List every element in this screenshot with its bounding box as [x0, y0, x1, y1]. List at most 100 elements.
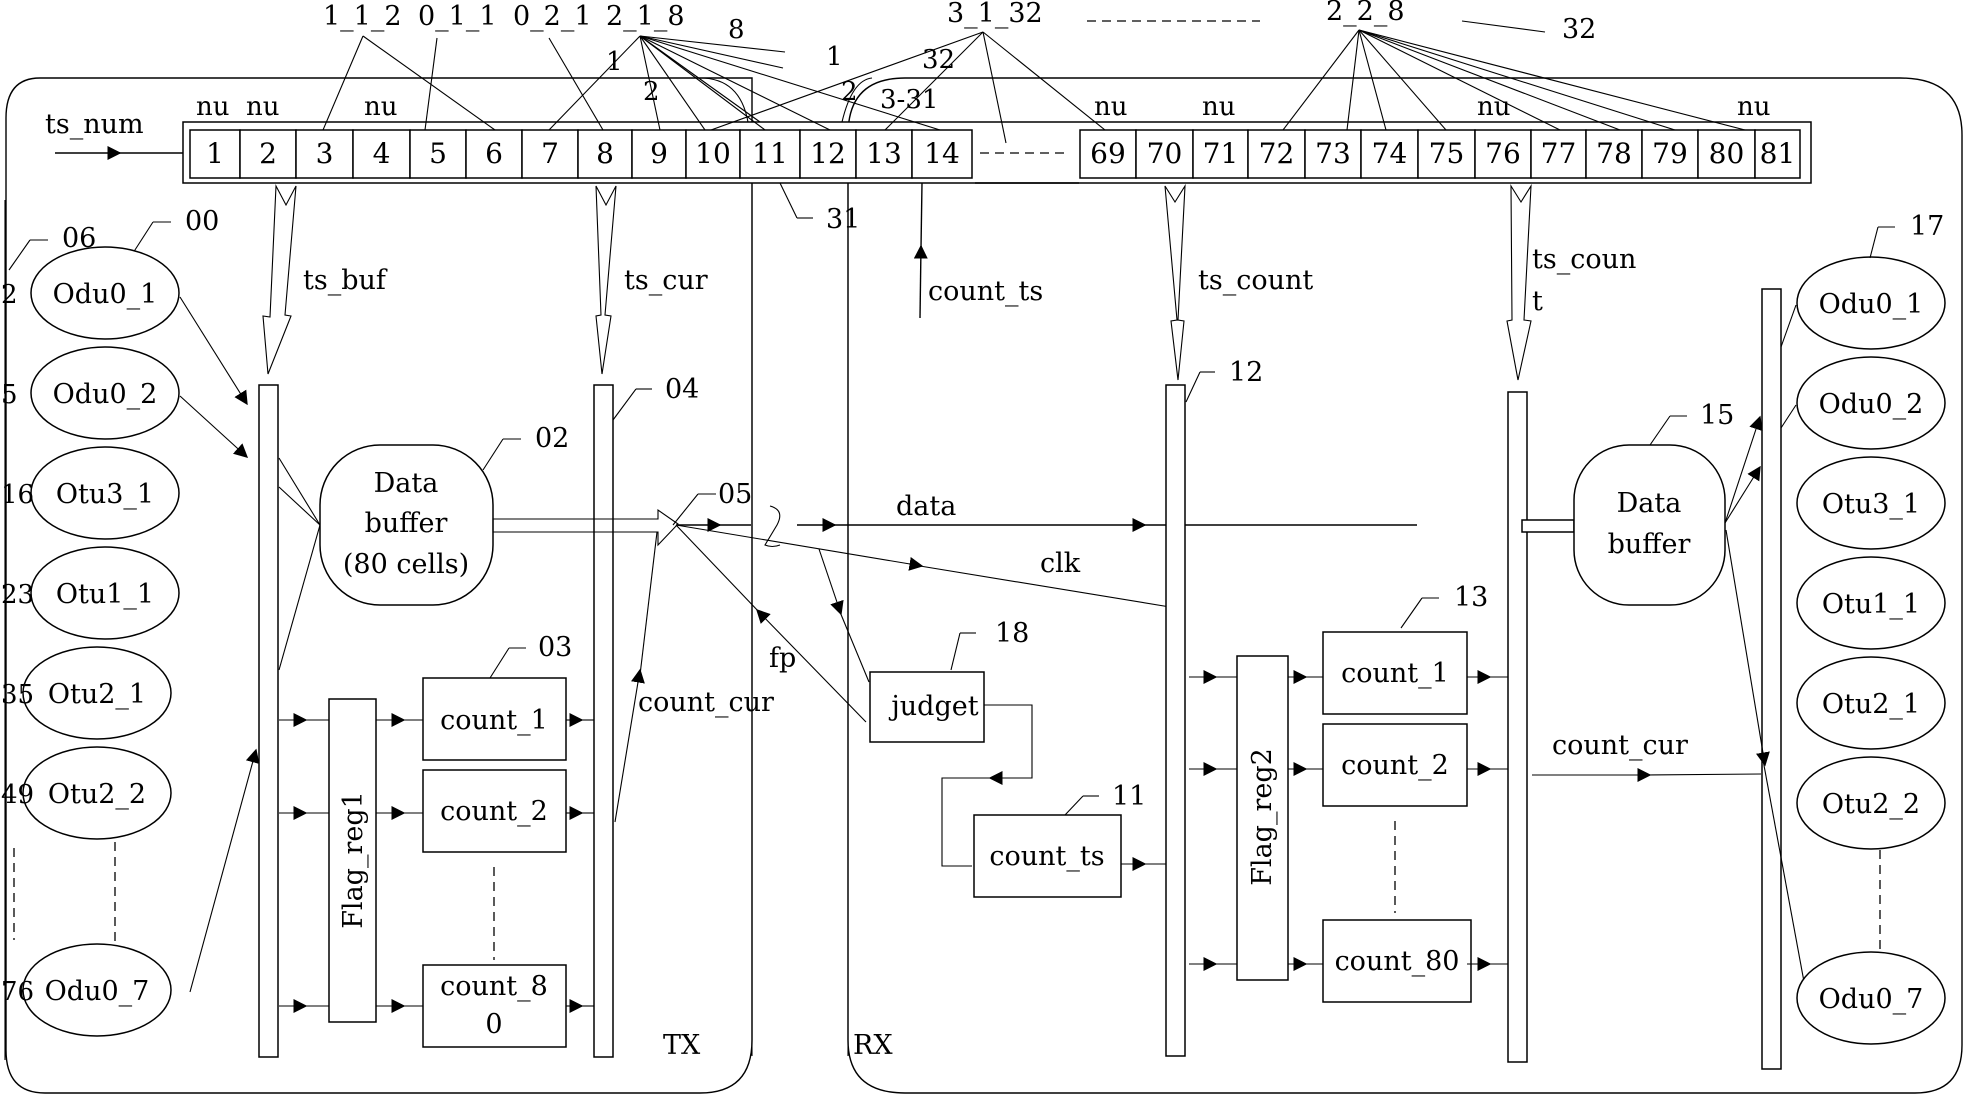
- leader-11: [1064, 795, 1084, 816]
- tx-counter-label: count_8: [440, 971, 548, 1002]
- rx-ellipse-label: Otu2_1: [1822, 689, 1920, 720]
- mapping-count-8: 8: [728, 15, 745, 45]
- rx-data-buffer: [1573, 444, 1726, 606]
- rx-judget-label: judget: [888, 691, 978, 722]
- nu-label: nu: [1202, 92, 1236, 122]
- rx-counter-label: count_2: [1341, 750, 1449, 781]
- timeslot-cell-label: 79: [1652, 137, 1688, 170]
- data-label: data: [896, 491, 956, 522]
- timeslot-cells-left: 1 2 3 4 5 6 7 8 9 10 11 12 13 14: [189, 129, 973, 179]
- ts-cur-arrow: [595, 185, 617, 375]
- nu-label: nu: [1737, 92, 1771, 122]
- mapping-label-2-1-8: 2_1_8: [606, 1, 685, 32]
- map-line: [639, 35, 941, 131]
- mapping-label-3-1-32: 3_1_32: [947, 0, 1043, 29]
- rx-counter-label: count_1: [1341, 658, 1449, 689]
- count-ts-arrow-b: [920, 182, 923, 249]
- fan-lines-2-2-8: [1282, 29, 1746, 131]
- tx-data-buffer-line3: (80 cells): [343, 549, 469, 580]
- tx-counter-label: count_2: [440, 796, 548, 827]
- timeslot-cell-label: 77: [1541, 137, 1577, 170]
- leader-13: [1400, 597, 1423, 629]
- tx-ellipse-label: Otu3_1: [56, 479, 154, 510]
- ref-13: 13: [1454, 582, 1488, 613]
- timeslot-cell-label: 76: [1485, 137, 1521, 170]
- map-line: [1358, 29, 1561, 131]
- fp-line-a: [818, 548, 844, 616]
- rx-data-buffer-connector: [1521, 519, 1575, 533]
- timeslot-cell-label: 78: [1596, 137, 1632, 170]
- ts-count-arrow: [1164, 183, 1186, 381]
- ts-count-label: ts_count: [1198, 265, 1313, 296]
- leader-05: [672, 493, 699, 526]
- ts-coun-label-cont: t: [1532, 286, 1543, 317]
- rx-flag-reg-label: Flag_reg2: [1247, 748, 1278, 886]
- rx-output-bus: [1507, 391, 1528, 1063]
- rx-ellipse-bus: [1761, 288, 1782, 1070]
- mapping-count-1b: 1: [826, 42, 843, 72]
- rx-counter-label: count_80: [1335, 946, 1460, 977]
- timeslot-cell-label: 6: [485, 137, 503, 170]
- timeslot-cell-label: 75: [1429, 137, 1465, 170]
- ref-11: 11: [1112, 781, 1146, 812]
- bus-to-buffer: [278, 486, 321, 526]
- timeslot-cell-label: 1: [206, 137, 224, 170]
- map-line: [548, 37, 604, 131]
- tx-slot-number: 23: [1, 580, 34, 610]
- map-line: [1346, 29, 1360, 131]
- tx-count-cur-label: count_cur: [638, 687, 774, 718]
- bus-to-ellipse: [1780, 304, 1797, 348]
- fp-line-b: [839, 611, 870, 683]
- rx-ellipse-label: Otu1_1: [1822, 589, 1920, 620]
- timeslot-cell-label: 9: [650, 137, 668, 170]
- map-line: [1358, 29, 1676, 131]
- leader-00: [132, 221, 154, 254]
- leader-02: [482, 438, 504, 471]
- rx-count-cur-line-b: [1647, 773, 1762, 776]
- map-line: [639, 35, 831, 131]
- mapping-label-1-1-2: 1_1_2: [323, 1, 402, 32]
- clk-label: clk: [1040, 548, 1081, 579]
- rx-ellipse-label: Odu0_1: [1819, 289, 1924, 320]
- input-line: [179, 395, 249, 458]
- tx-ellipse-label: Odu0_1: [53, 279, 158, 310]
- tx-slot-number: 5: [1, 380, 18, 410]
- buffer-to-bus: [1724, 465, 1761, 524]
- tx-slot-number: 76: [1, 977, 34, 1007]
- tx-ellipse-label: Otu1_1: [56, 579, 154, 610]
- timeslot-cell-label: 13: [866, 137, 902, 170]
- tx-flag-reg-label: Flag_reg1: [338, 791, 369, 929]
- tx-ellipse-label: Odu0_2: [53, 379, 158, 410]
- buffer-to-bus: [1725, 529, 1770, 767]
- timeslot-cell-label: 10: [695, 137, 731, 170]
- timeslot-cell-label: 12: [810, 137, 846, 170]
- timeslot-cell-label: 72: [1259, 137, 1295, 170]
- map-line: [982, 31, 1106, 131]
- timeslot-cell-label: 11: [752, 137, 788, 170]
- rx-ellipse-label: Otu3_1: [1822, 489, 1920, 520]
- ref-00: 00: [185, 206, 219, 237]
- map-line: [1282, 29, 1360, 131]
- nu-label: nu: [246, 92, 280, 122]
- ref-02: 02: [535, 423, 569, 454]
- ref-32: 32: [1562, 14, 1596, 45]
- rx-ellipse-group: Odu0_1 Odu0_2 Otu3_1 Otu1_1 Otu2_1 Otu2_2 Odu0…: [1796, 256, 1946, 1045]
- ts-cur-label: ts_cur: [624, 265, 708, 296]
- leader-17: [1869, 226, 1879, 259]
- mapping-label-2-2-8: 2_2_8: [1326, 0, 1405, 27]
- ref-12: 12: [1229, 357, 1263, 388]
- rx-data-buffer-line2: buffer: [1608, 529, 1691, 560]
- nu-label: nu: [196, 92, 230, 122]
- timeslot-cell-label: 71: [1203, 137, 1239, 170]
- tx-ellipse-label: Otu2_2: [48, 779, 146, 810]
- leader-32: [1461, 20, 1546, 33]
- rx-ellipse-label: Otu2_2: [1822, 789, 1920, 820]
- nu-label: nu: [1094, 92, 1128, 122]
- map-line: [639, 35, 786, 53]
- count-ts-label: count_ts: [928, 276, 1043, 307]
- timeslot-cells-right: 69 70 71 72 73 74 75 76 77 78 79 80 81: [1079, 129, 1801, 179]
- tx-data-output-arrow: [492, 508, 679, 547]
- rx-ellipse-label: Odu0_7: [1819, 984, 1924, 1015]
- ref-15: 15: [1700, 400, 1734, 431]
- mapping-count-2: 2: [643, 77, 660, 107]
